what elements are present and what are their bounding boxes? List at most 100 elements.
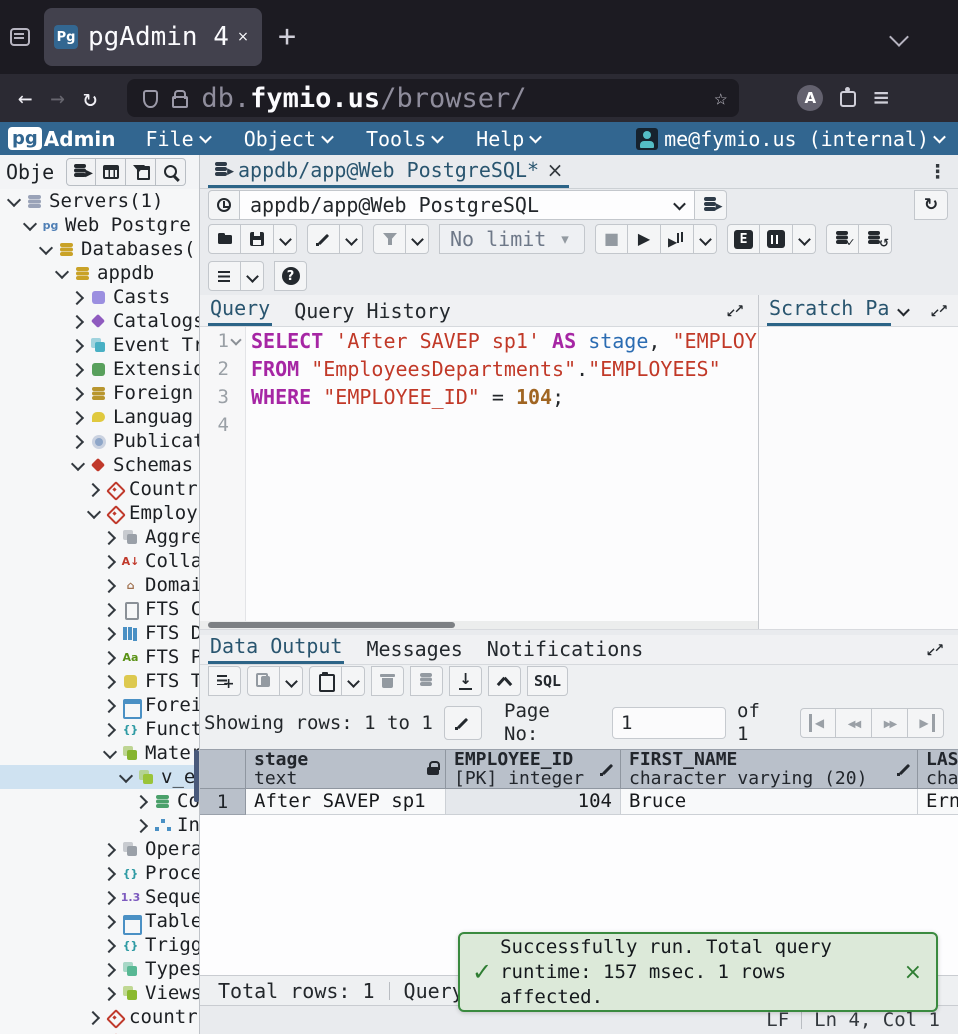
- tree-item-fts-t[interactable]: FTS T: [0, 669, 199, 693]
- collapse-chevron-icon[interactable]: [86, 505, 102, 521]
- tree-item-web-postgre[interactable]: pgWeb Postgre: [0, 213, 199, 237]
- menu-help[interactable]: Help: [476, 127, 540, 151]
- tree-item-countr[interactable]: Countr: [0, 477, 199, 501]
- page-prev-button[interactable]: [836, 708, 872, 738]
- page-last-button[interactable]: [908, 708, 944, 738]
- toast-close-icon[interactable]: ×: [904, 960, 922, 985]
- tree-item-foreign[interactable]: Foreign: [0, 381, 199, 405]
- expand-chevron-icon[interactable]: [102, 673, 118, 689]
- tree-item-mater[interactable]: Mater: [0, 741, 199, 765]
- explain-button[interactable]: E: [727, 224, 760, 254]
- expand-chevron-icon[interactable]: [70, 385, 86, 401]
- expand-chevron-icon[interactable]: [102, 649, 118, 665]
- tab-data-output[interactable]: Data Output: [208, 632, 344, 664]
- browser-tab[interactable]: Pg pgAdmin 4 ×: [44, 8, 262, 66]
- delete-row-button[interactable]: [371, 666, 404, 696]
- collapse-chevron-icon[interactable]: [54, 265, 70, 281]
- new-connection-button[interactable]: [695, 190, 727, 220]
- tree-item-v-e[interactable]: v_e: [0, 765, 199, 789]
- extension-icon[interactable]: [837, 87, 859, 109]
- menu-file[interactable]: File: [146, 127, 210, 151]
- cell-stage[interactable]: After SAVEP sp1: [246, 789, 446, 815]
- caret-caret[interactable]: [342, 666, 365, 696]
- tree-item-table[interactable]: Table: [0, 909, 199, 933]
- save-button[interactable]: [241, 224, 274, 254]
- page-first-button[interactable]: [800, 708, 836, 738]
- expand-chevron-icon[interactable]: [134, 817, 150, 833]
- tree-item-languag[interactable]: Languag: [0, 405, 199, 429]
- expand-chevron-icon[interactable]: [102, 601, 118, 617]
- cell-las[interactable]: Ern: [918, 789, 958, 815]
- tree-item-seque[interactable]: 1.3Seque: [0, 885, 199, 909]
- query-tool-button[interactable]: [66, 158, 96, 186]
- edit-page-range-button[interactable]: [444, 706, 482, 740]
- fold-chevron-icon[interactable]: [230, 335, 242, 347]
- tab-close-icon[interactable]: ×: [234, 28, 252, 46]
- expand-chevron-icon[interactable]: [70, 289, 86, 305]
- tab-notifications[interactable]: Notifications: [485, 635, 646, 664]
- shield-icon[interactable]: [139, 88, 159, 108]
- page-next-button[interactable]: [872, 708, 908, 738]
- new-tab-button[interactable]: +: [278, 22, 296, 52]
- caret-caret[interactable]: [241, 261, 264, 291]
- kebab-menu-icon[interactable]: [928, 163, 946, 181]
- tree-item-item[interactable]: [0, 1029, 199, 1034]
- column-header-first-name[interactable]: FIRST_NAMEcharacter varying (20): [621, 750, 918, 789]
- tabs-dropdown-icon[interactable]: [889, 27, 909, 47]
- row-number-cell[interactable]: 1: [200, 789, 246, 815]
- cell-first-name[interactable]: Bruce: [621, 789, 918, 815]
- expand-chevron-icon[interactable]: [102, 889, 118, 905]
- tab-messages[interactable]: Messages: [364, 635, 464, 664]
- expand-chevron-icon[interactable]: [70, 313, 86, 329]
- url-bar[interactable]: db.fymio.us/browser/: [127, 79, 739, 117]
- graph-visualiser-button[interactable]: [488, 666, 521, 696]
- close-icon[interactable]: [546, 161, 564, 179]
- tree-item-event-tr[interactable]: Event Tr: [0, 333, 199, 357]
- sql-editor[interactable]: 1234 SELECT 'After SAVEP sp1' AS stage, …: [200, 327, 758, 621]
- caret-caret[interactable]: [793, 224, 816, 254]
- query-tool-tab[interactable]: appdb/app@Web PostgreSQL*: [208, 155, 569, 188]
- cell-employee-id[interactable]: 104: [446, 789, 621, 815]
- rollback-button[interactable]: [859, 224, 892, 254]
- caret-caret[interactable]: [280, 666, 303, 696]
- lock-icon[interactable]: [169, 88, 189, 108]
- connection-select[interactable]: appdb/app@Web PostgreSQL: [240, 190, 695, 220]
- explain-analyze-button[interactable]: [760, 224, 793, 254]
- expand-chevron-icon[interactable]: [70, 433, 86, 449]
- tree-item-publicat[interactable]: Publicat: [0, 429, 199, 453]
- menu-tools[interactable]: Tools: [366, 127, 442, 151]
- expand-chevron-icon[interactable]: [102, 937, 118, 953]
- expand-icon[interactable]: [726, 302, 744, 320]
- expand-chevron-icon[interactable]: [134, 793, 150, 809]
- expand-icon[interactable]: [926, 641, 944, 659]
- tree-item-fts-c[interactable]: FTS C: [0, 597, 199, 621]
- reload-icon[interactable]: ↻: [83, 84, 97, 112]
- expand-chevron-icon[interactable]: [102, 697, 118, 713]
- execute-options-button[interactable]: [661, 224, 694, 254]
- edit-button[interactable]: [307, 224, 340, 254]
- tab-query[interactable]: Query: [208, 294, 272, 326]
- caret-caret[interactable]: [340, 224, 363, 254]
- sidebar-scrollbar[interactable]: [194, 750, 199, 802]
- editor-hscrollbar[interactable]: [200, 621, 758, 629]
- expand-chevron-icon[interactable]: [70, 409, 86, 425]
- expand-chevron-icon[interactable]: [86, 481, 102, 497]
- tree-item-servers-1[interactable]: Servers(1): [0, 189, 199, 213]
- column-header-las[interactable]: LAScha: [918, 750, 958, 789]
- expand-chevron-icon[interactable]: [102, 529, 118, 545]
- tree-item-trigg[interactable]: {}Trigg: [0, 933, 199, 957]
- scratch-pad-area[interactable]: [759, 327, 958, 629]
- expand-chevron-icon[interactable]: [70, 361, 86, 377]
- execute-button[interactable]: [628, 224, 661, 254]
- collapse-chevron-icon[interactable]: [6, 193, 22, 209]
- expand-chevron-icon[interactable]: [102, 625, 118, 641]
- scrollbar-thumb[interactable]: [208, 622, 455, 628]
- tree-item-employ[interactable]: Employ: [0, 501, 199, 525]
- query-history-clock-button[interactable]: [208, 190, 240, 220]
- expand-chevron-icon[interactable]: [102, 721, 118, 737]
- expand-chevron-icon[interactable]: [102, 841, 118, 857]
- user-menu[interactable]: me@fymio.us (internal): [636, 127, 944, 151]
- grid-corner-cell[interactable]: [200, 750, 246, 789]
- help-button[interactable]: [274, 261, 307, 291]
- save-data-button[interactable]: [410, 666, 443, 696]
